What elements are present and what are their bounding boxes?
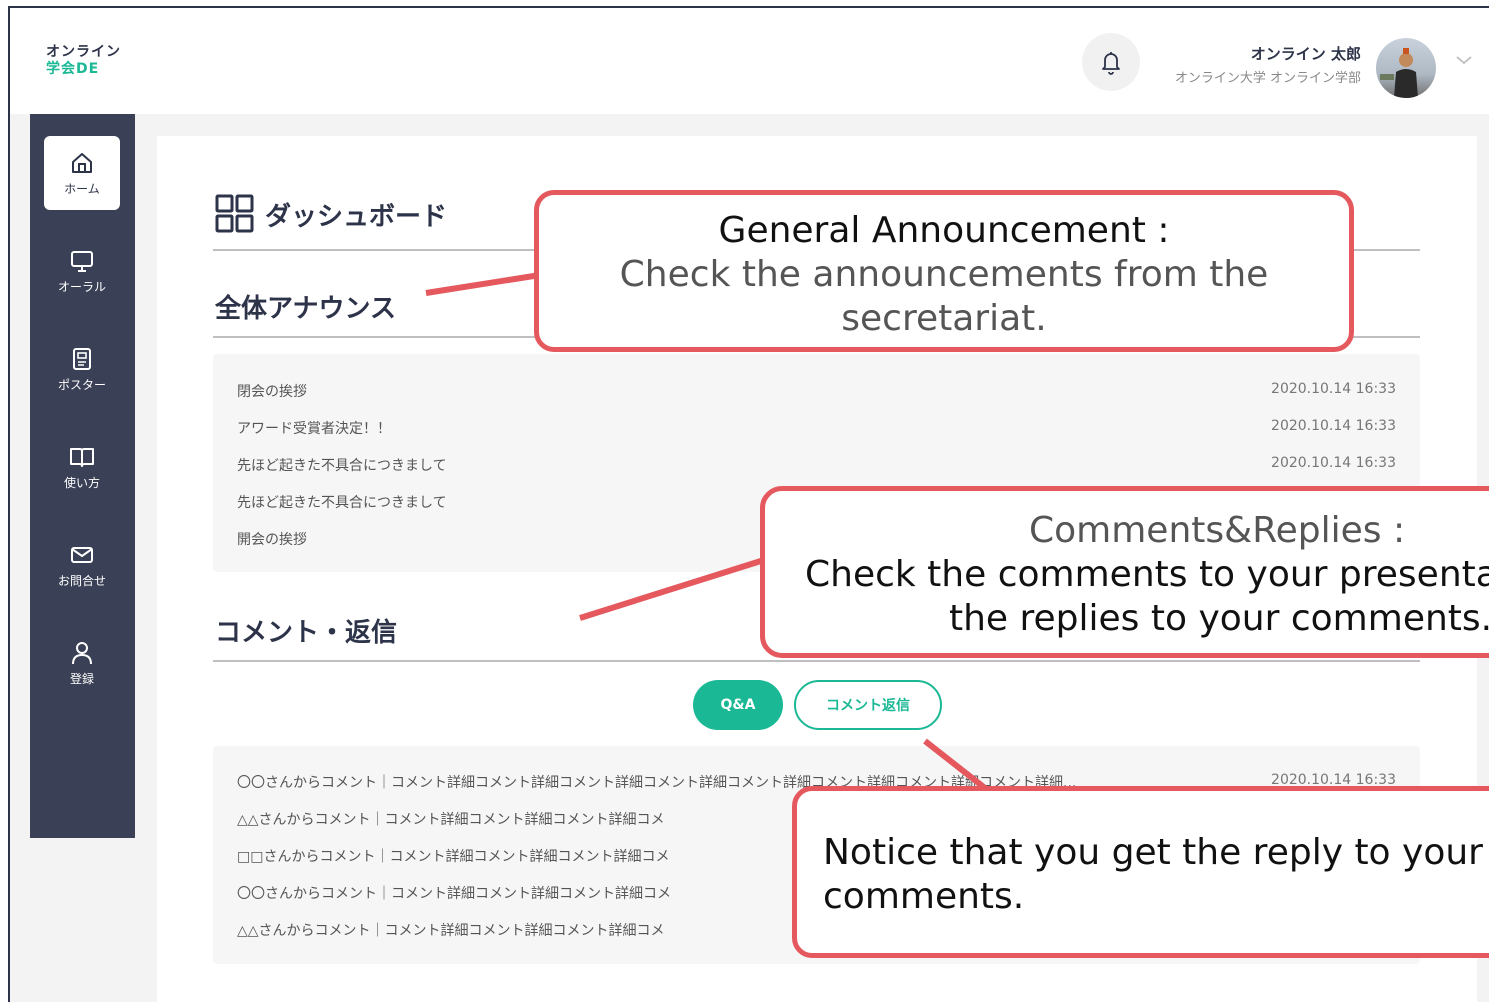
callout-lead: Comments&Replies : bbox=[1029, 510, 1406, 551]
announcement-date: 2020.10.14 16:33 bbox=[1271, 381, 1396, 397]
divider bbox=[213, 660, 1420, 662]
sidebar-item-guide[interactable]: 使い方 bbox=[44, 430, 120, 504]
notification-bell-button[interactable] bbox=[1082, 33, 1140, 91]
page-title: ダッシュボード bbox=[215, 194, 447, 234]
list-item[interactable]: 閉会の挨拶 2020.10.14 16:33 bbox=[237, 381, 1396, 401]
monitor-icon bbox=[71, 250, 93, 272]
announcement-text: 閉会の挨拶 bbox=[237, 384, 307, 400]
avatar[interactable] bbox=[1376, 38, 1436, 98]
sidebar-item-label: 使い方 bbox=[63, 475, 100, 490]
sidebar-item-label: お問合せ bbox=[57, 573, 106, 588]
app-logo[interactable]: オンライン 学会DE bbox=[46, 44, 121, 78]
announcements-title: 全体アナウンス bbox=[215, 294, 396, 324]
callout-lead: General Announcement : bbox=[718, 210, 1170, 251]
user-name: オンライン 太郎 bbox=[1250, 45, 1361, 63]
chevron-down-icon[interactable] bbox=[1455, 54, 1473, 66]
sidebar-item-oral[interactable]: オーラル bbox=[44, 234, 120, 308]
callout-announcement: General Announcement : Check the announc… bbox=[534, 190, 1354, 352]
callout-comments: Comments&Replies : Check the comments to… bbox=[760, 486, 1489, 658]
comment-text: △△さんからコメント｜コメント詳細コメント詳細コメント詳細コメ bbox=[237, 812, 665, 828]
comments-title: コメント・返信 bbox=[215, 618, 398, 648]
tab-comment-reply[interactable]: コメント返信 bbox=[794, 680, 942, 730]
announcement-text: アワード受賞者決定！！ bbox=[237, 421, 391, 437]
logo-line1: オンライン bbox=[46, 44, 121, 60]
announcement-text: 先ほど起きた不具合につきまして bbox=[237, 458, 447, 474]
comment-text: △△さんからコメント｜コメント詳細コメント詳細コメント詳細コメ bbox=[237, 923, 665, 939]
user-icon bbox=[72, 641, 92, 664]
sidebar-item-poster[interactable]: ポスター bbox=[44, 332, 120, 406]
avatar-image bbox=[1380, 48, 1418, 98]
callout-body: Notice that you get the reply to your co… bbox=[823, 832, 1483, 917]
sidebar-item-contact[interactable]: お問合せ bbox=[44, 528, 120, 602]
sidebar: ホーム オーラル ポスター 使い方 お問合せ 登録 bbox=[30, 114, 135, 838]
list-item[interactable]: 先ほど起きた不具合につきまして 2020.10.14 16:33 bbox=[237, 455, 1396, 475]
mail-icon bbox=[71, 546, 93, 563]
announcement-text: 開会の挨拶 bbox=[237, 532, 307, 548]
callout-body: Check the announcements from the secreta… bbox=[619, 254, 1269, 339]
home-icon bbox=[72, 152, 92, 173]
sidebar-item-label: オーラル bbox=[57, 279, 106, 294]
user-affiliation: オンライン大学 オンライン学部 bbox=[1174, 71, 1361, 86]
announcement-text: 先ほど起きた不具合につきまして bbox=[237, 495, 447, 511]
sidebar-item-label: ポスター bbox=[57, 377, 106, 392]
callout-reply: Notice that you get the reply to your co… bbox=[792, 786, 1489, 958]
logo-line2: 学会DE bbox=[46, 61, 100, 77]
list-item[interactable]: アワード受賞者決定！！ 2020.10.14 16:33 bbox=[237, 418, 1396, 438]
tab-qa[interactable]: Q&A bbox=[693, 680, 783, 730]
poster-icon bbox=[73, 347, 91, 370]
sidebar-item-label: 登録 bbox=[69, 671, 94, 686]
bell-icon bbox=[1102, 52, 1120, 75]
grid-icon bbox=[215, 194, 254, 233]
top-header: オンライン 学会DE オンライン 太郎 オンライン大学 オンライン学部 bbox=[10, 8, 1489, 114]
callout-body-line1: Check the comments to your presentati bbox=[805, 554, 1489, 595]
sidebar-item-register[interactable]: 登録 bbox=[44, 626, 120, 700]
sidebar-item-label: ホーム bbox=[64, 181, 100, 196]
announcement-date: 2020.10.14 16:33 bbox=[1271, 418, 1396, 434]
callout-body-line2: the replies to your comments. bbox=[949, 598, 1489, 639]
sidebar-item-home[interactable]: ホーム bbox=[44, 136, 120, 210]
announcement-date: 2020.10.14 16:33 bbox=[1271, 455, 1396, 471]
book-icon bbox=[70, 447, 94, 467]
comment-text: □□さんからコメント｜コメント詳細コメント詳細コメント詳細コメ bbox=[237, 849, 670, 865]
comment-text: 〇〇さんからコメント｜コメント詳細コメント詳細コメント詳細コメ bbox=[237, 886, 671, 902]
page-title-text: ダッシュボード bbox=[265, 201, 448, 232]
